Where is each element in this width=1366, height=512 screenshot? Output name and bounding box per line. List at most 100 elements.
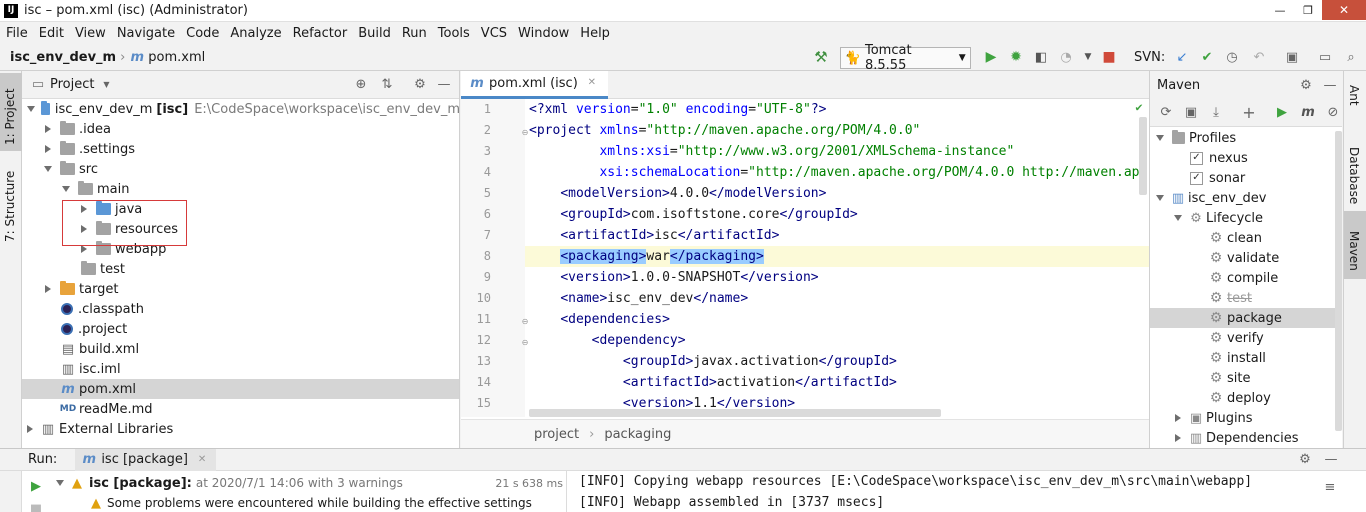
close-tab-icon[interactable]: ✕ bbox=[584, 75, 600, 91]
svn-update-icon[interactable]: ↙ bbox=[1174, 49, 1190, 65]
maximize-button[interactable]: ❐ bbox=[1294, 4, 1322, 17]
run-icon[interactable]: ▶ bbox=[983, 49, 999, 65]
rerun-icon[interactable]: ▶ bbox=[28, 478, 44, 494]
expand-arrow-icon[interactable] bbox=[1175, 434, 1181, 442]
download-icon[interactable]: ⤓ bbox=[1208, 105, 1224, 121]
run-icon[interactable]: ▶ bbox=[1274, 105, 1290, 121]
tree-item-test[interactable]: test bbox=[22, 259, 459, 279]
project-structure-icon[interactable]: ▣ bbox=[1284, 49, 1300, 65]
menu-file[interactable]: File bbox=[6, 26, 28, 41]
menu-build[interactable]: Build bbox=[358, 26, 391, 41]
maven-goal-install[interactable]: ⚙ install bbox=[1150, 348, 1335, 368]
maven-goal-test[interactable]: ⚙ test bbox=[1150, 288, 1335, 308]
expand-arrow-icon[interactable] bbox=[45, 145, 51, 153]
toggle-offline-icon[interactable]: ⊘ bbox=[1325, 105, 1341, 121]
tree-item-target[interactable]: target bbox=[22, 279, 459, 299]
expand-arrow-icon[interactable] bbox=[81, 245, 87, 253]
profile-icon[interactable]: ◔ bbox=[1058, 49, 1074, 65]
run-tab[interactable]: m isc [package] ✕ bbox=[75, 448, 217, 471]
project-panel-title[interactable]: Project bbox=[50, 77, 94, 92]
expand-arrow-icon[interactable] bbox=[1156, 135, 1164, 141]
editor-tab-pom[interactable]: m pom.xml (isc) ✕ bbox=[461, 71, 608, 99]
expand-arrow-icon[interactable] bbox=[1175, 414, 1181, 422]
menu-view[interactable]: View bbox=[75, 26, 106, 41]
tree-item-pom[interactable]: m pom.xml bbox=[22, 379, 459, 399]
debug-icon[interactable]: ✹ bbox=[1008, 49, 1024, 65]
stop-icon[interactable]: ■ bbox=[28, 501, 44, 512]
run-warning-row[interactable]: ▲ Some problems were encountered while b… bbox=[50, 493, 565, 512]
editor-vscrollbar[interactable] bbox=[1139, 117, 1147, 195]
settings-gear-icon[interactable]: ⚙ bbox=[412, 77, 428, 93]
tab-project[interactable]: 1: Project bbox=[0, 73, 22, 151]
menu-run[interactable]: Run bbox=[402, 26, 427, 41]
generate-sources-icon[interactable]: ▣ bbox=[1183, 105, 1199, 121]
maven-profile-sonar[interactable]: ✓ sonar bbox=[1150, 168, 1335, 188]
tree-item-project[interactable]: .project bbox=[22, 319, 459, 339]
tree-item-classpath[interactable]: .classpath bbox=[22, 299, 459, 319]
hide-panel-icon[interactable]: — bbox=[1322, 77, 1338, 93]
add-icon[interactable]: + bbox=[1241, 104, 1257, 121]
breadcrumb-file[interactable]: pom.xml bbox=[148, 50, 205, 65]
revert-icon[interactable]: ↶ bbox=[1251, 49, 1267, 65]
tree-item-settings[interactable]: .settings bbox=[22, 139, 459, 159]
run-config-select[interactable]: 🐈 Tomcat 8.5.55 ▼ bbox=[840, 43, 971, 73]
tab-database[interactable]: Database bbox=[1344, 135, 1366, 211]
checkbox-checked[interactable]: ✓ bbox=[1190, 151, 1203, 165]
menu-tools[interactable]: Tools bbox=[438, 26, 470, 41]
layout-icon[interactable]: ▭ bbox=[1317, 49, 1333, 65]
editor-hscrollbar[interactable] bbox=[529, 409, 941, 417]
tree-item-build-xml[interactable]: ▤ build.xml bbox=[22, 339, 459, 359]
menu-vcs[interactable]: VCS bbox=[481, 26, 507, 41]
close-tab-icon[interactable]: ✕ bbox=[194, 452, 210, 468]
maven-goal-site[interactable]: ⚙ site bbox=[1150, 368, 1335, 388]
history-icon[interactable]: ◷ bbox=[1224, 49, 1240, 65]
hide-panel-icon[interactable]: — bbox=[436, 77, 452, 93]
expand-arrow-icon[interactable] bbox=[56, 480, 64, 486]
settings-gear-icon[interactable]: ⚙ bbox=[1297, 452, 1313, 468]
stop-icon[interactable]: ■ bbox=[1101, 49, 1117, 65]
expand-arrow-icon[interactable] bbox=[45, 125, 51, 133]
maven-plugins[interactable]: ▣ Plugins bbox=[1150, 408, 1335, 428]
maven-profile-nexus[interactable]: ✓ nexus bbox=[1150, 148, 1335, 168]
menu-code[interactable]: Code bbox=[186, 26, 219, 41]
checkbox-checked[interactable]: ✓ bbox=[1190, 171, 1203, 185]
settings-gear-icon[interactable]: ⚙ bbox=[1298, 77, 1314, 93]
collapse-icon[interactable]: ⇅ bbox=[379, 77, 395, 93]
maven-profiles[interactable]: Profiles bbox=[1150, 128, 1335, 148]
maven-goal-verify[interactable]: ⚙ verify bbox=[1150, 328, 1335, 348]
tab-ant[interactable]: Ant bbox=[1344, 79, 1366, 121]
tree-item-readme[interactable]: MD readMe.md bbox=[22, 399, 459, 419]
maven-goal-icon[interactable]: m bbox=[1300, 105, 1316, 121]
crumb-packaging[interactable]: packaging bbox=[604, 427, 671, 442]
menu-edit[interactable]: Edit bbox=[39, 26, 64, 41]
maven-vscrollbar[interactable] bbox=[1335, 131, 1342, 431]
close-button[interactable]: ✕ bbox=[1322, 0, 1366, 20]
expand-arrow-icon[interactable] bbox=[44, 166, 52, 172]
maven-goal-clean[interactable]: ⚙ clean bbox=[1150, 228, 1335, 248]
menu-help[interactable]: Help bbox=[580, 26, 610, 41]
maven-lifecycle[interactable]: ⚙ Lifecycle bbox=[1150, 208, 1335, 228]
menu-navigate[interactable]: Navigate bbox=[117, 26, 175, 41]
tree-item-idea[interactable]: .idea bbox=[22, 119, 459, 139]
expand-arrow-icon[interactable] bbox=[27, 106, 35, 112]
reload-icon[interactable]: ⟳ bbox=[1158, 105, 1174, 121]
tree-item-main[interactable]: main bbox=[22, 179, 459, 199]
menu-window[interactable]: Window bbox=[518, 26, 569, 41]
crumb-project[interactable]: project bbox=[534, 427, 579, 442]
maven-goal-deploy[interactable]: ⚙ deploy bbox=[1150, 388, 1335, 408]
breadcrumb-project[interactable]: isc_env_dev_m bbox=[10, 50, 116, 65]
expand-arrow-icon[interactable] bbox=[62, 186, 70, 192]
svn-commit-icon[interactable]: ✔ bbox=[1199, 49, 1215, 65]
tree-item-external-libraries[interactable]: ▥ External Libraries bbox=[22, 419, 459, 439]
coverage-icon[interactable]: ◧ bbox=[1033, 49, 1049, 65]
maven-goal-validate[interactable]: ⚙ validate bbox=[1150, 248, 1335, 268]
console-output[interactable]: [INFO] Copying webapp resources [E:\Code… bbox=[566, 471, 1318, 512]
maven-dependencies[interactable]: ▥ Dependencies bbox=[1150, 428, 1335, 448]
expand-arrow-icon[interactable] bbox=[45, 285, 51, 293]
dropdown-arrow-icon[interactable]: ▼ bbox=[1080, 49, 1096, 65]
search-icon[interactable]: ⌕ bbox=[1343, 49, 1359, 65]
minimize-button[interactable]: — bbox=[1266, 4, 1294, 17]
tab-structure[interactable]: 7: Structure bbox=[0, 166, 22, 246]
tree-item-iml[interactable]: ▥ isc.iml bbox=[22, 359, 459, 379]
locate-icon[interactable]: ⊕ bbox=[353, 77, 369, 93]
